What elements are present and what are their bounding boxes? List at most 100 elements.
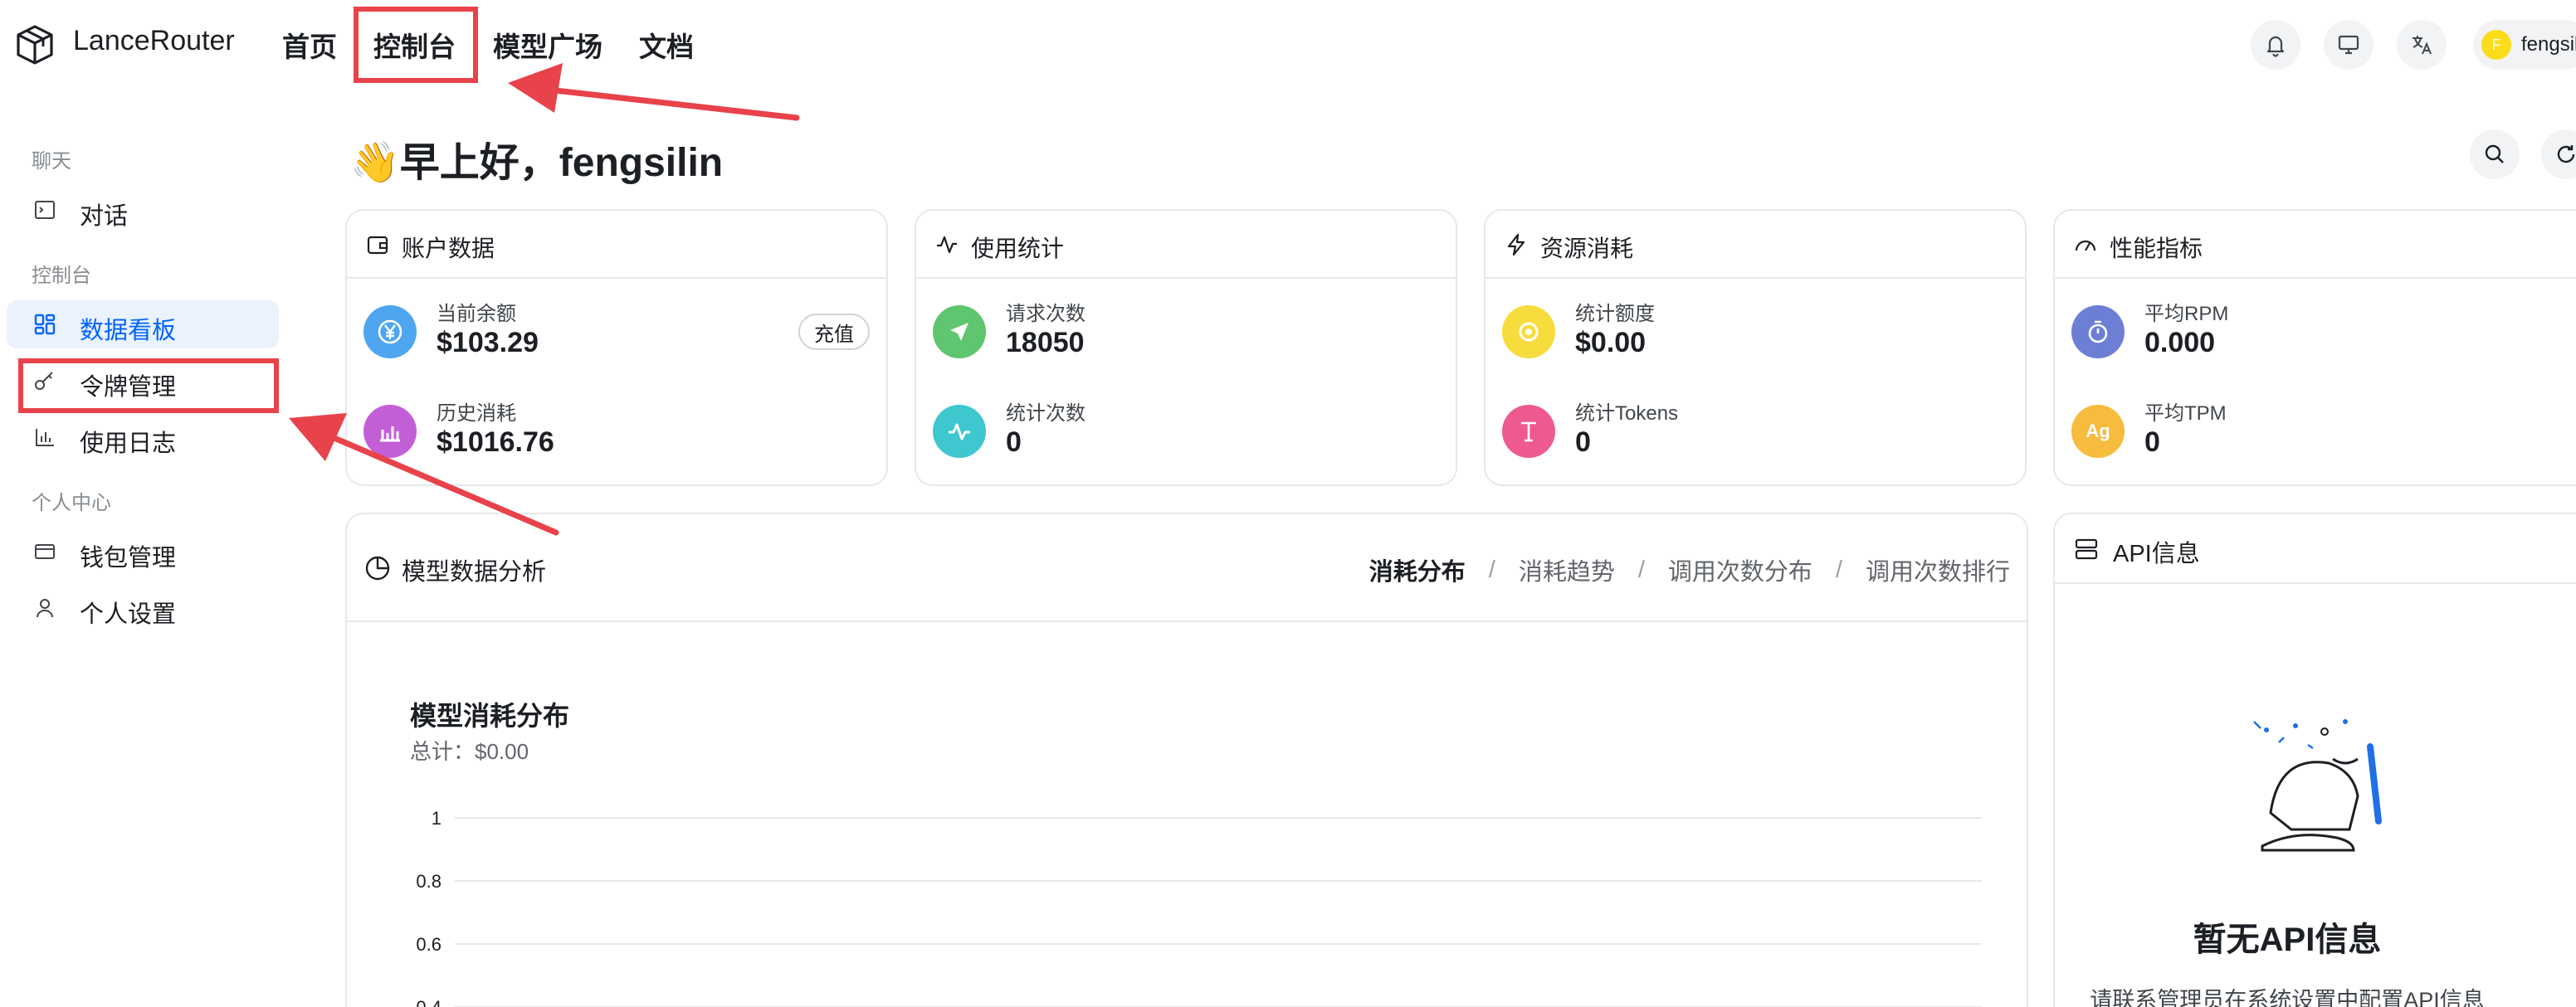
user-name: fengsilin xyxy=(2521,33,2576,56)
annotation-box-tokens xyxy=(18,358,279,413)
card-title: 账户数据 xyxy=(402,236,495,261)
sidebar-group-console: 控制台 xyxy=(32,265,91,287)
annotation-box-console xyxy=(354,7,478,83)
sidebar-group-chat: 聊天 xyxy=(32,150,71,173)
bar-chart-icon xyxy=(363,405,417,458)
tab-separator: / xyxy=(1637,556,1645,583)
tab-separator: / xyxy=(1835,556,1842,583)
stat-label: 统计次数 xyxy=(1006,402,1086,425)
logo-cube-icon[interactable] xyxy=(13,23,56,66)
chart-y-tick-label: 0.8 xyxy=(416,871,442,892)
yen-coin-icon xyxy=(363,305,417,358)
terminal-icon xyxy=(35,201,55,219)
refresh-icon xyxy=(2557,145,2575,163)
sidebar-item-label: 使用日志 xyxy=(80,431,177,457)
sidebar-group-personal: 个人中心 xyxy=(32,492,111,514)
stat-label: 历史消耗 xyxy=(437,402,516,425)
stat-value: 0 xyxy=(1006,426,1022,458)
card-usage: 使用统计 请求次数 18050 统计次数 0 xyxy=(915,209,1457,486)
pie-chart-icon xyxy=(365,556,390,581)
tab-separator: / xyxy=(1488,556,1495,583)
notifications-button[interactable] xyxy=(2251,20,2300,70)
stat-quota: 统计额度 $0.00 xyxy=(1502,294,1967,368)
stat-value: $0.00 xyxy=(1575,327,1647,358)
sidebar-item-settings[interactable]: 个人设置 xyxy=(7,584,279,632)
stat-label: 当前余额 xyxy=(437,303,516,325)
stat-value: $103.29 xyxy=(437,327,539,358)
brand-name[interactable]: LanceRouter xyxy=(73,25,235,57)
empty-state-illustration xyxy=(2253,719,2382,852)
bar-chart-icon xyxy=(36,429,54,446)
panel-title: API信息 xyxy=(2113,541,2200,567)
card-title: 使用统计 xyxy=(971,236,1065,261)
avatar: F xyxy=(2481,30,2511,60)
card-header: 性能指标 xyxy=(2055,211,2576,279)
tab-consumption-trend[interactable]: 消耗趋势 xyxy=(1519,552,1615,587)
search-icon xyxy=(2485,144,2504,163)
sidebar-item-label: 对话 xyxy=(80,203,129,230)
recharge-button[interactable]: 充值 xyxy=(798,314,870,350)
user-icon xyxy=(37,599,53,618)
credit-card-icon xyxy=(35,544,55,559)
chart-title: 模型消耗分布 xyxy=(410,701,570,731)
tab-call-ranking[interactable]: 调用次数排行 xyxy=(1866,552,2010,587)
card-title: 资源消耗 xyxy=(1540,236,1634,261)
model-analysis-panel: 模型数据分析 消耗分布 / 消耗趋势 / 调用次数分布 / 调用次数排行 模型消… xyxy=(345,513,2028,1007)
search-button[interactable] xyxy=(2470,129,2520,179)
refresh-button[interactable] xyxy=(2541,129,2576,179)
lightning-icon xyxy=(1507,233,1525,256)
nav-model-plaza[interactable]: 模型广场 xyxy=(493,25,603,65)
activity-icon xyxy=(937,236,957,254)
stat-label: 平均RPM xyxy=(2144,303,2229,325)
nav-docs[interactable]: 文档 xyxy=(639,25,694,65)
theme-button[interactable] xyxy=(2324,20,2374,70)
tab-call-distribution[interactable]: 调用次数分布 xyxy=(1668,552,1812,587)
ag-icon: Ag xyxy=(2071,405,2125,458)
stat-value: 0.000 xyxy=(2144,327,2216,358)
monitor-icon xyxy=(2338,35,2359,55)
greeting-title: 👋早上好，fengsilin xyxy=(350,141,724,185)
panel-title: 模型数据分析 xyxy=(402,559,547,586)
sidebar-item-label: 数据看板 xyxy=(80,318,177,344)
stat-count: 统计次数 0 xyxy=(933,393,1398,468)
gauge-icon xyxy=(2075,240,2096,251)
user-menu[interactable]: F fengsilin xyxy=(2473,20,2576,70)
language-button[interactable] xyxy=(2397,20,2447,70)
sidebar-item-label: 钱包管理 xyxy=(80,545,177,572)
wallet-icon xyxy=(367,236,388,255)
card-title: 性能指标 xyxy=(2110,236,2203,261)
sidebar-item-dashboard[interactable]: 数据看板 xyxy=(7,300,279,348)
card-header: 账户数据 xyxy=(347,211,886,279)
bell-icon xyxy=(2266,36,2285,57)
stat-value: 0 xyxy=(1575,426,1591,458)
nav-home[interactable]: 首页 xyxy=(282,25,337,65)
sidebar-item-usage-log[interactable]: 使用日志 xyxy=(7,413,279,461)
pulse-icon xyxy=(933,405,986,458)
empty-state-description: 请联系管理员在系统设置中配置API信息 xyxy=(2090,988,2485,1007)
send-icon xyxy=(933,305,986,358)
stat-balance: 当前余额 $103.29 xyxy=(363,294,828,368)
text-icon xyxy=(1502,405,1555,458)
sidebar-item-label: 个人设置 xyxy=(80,601,177,628)
sidebar-item-chat[interactable]: 对话 xyxy=(7,186,279,234)
tab-consumption-distribution[interactable]: 消耗分布 xyxy=(1369,552,1466,587)
server-icon xyxy=(2075,538,2098,560)
stat-value: 0 xyxy=(2144,426,2160,458)
card-header: 资源消耗 xyxy=(1486,211,2025,279)
chart-y-tick-label: 1 xyxy=(432,808,442,829)
panel-header: 模型数据分析 消耗分布 / 消耗趋势 / 调用次数分布 / 调用次数排行 xyxy=(347,514,2027,622)
translate-icon xyxy=(2413,36,2432,55)
analysis-tabs: 消耗分布 / 消耗趋势 / 调用次数分布 / 调用次数排行 xyxy=(1369,552,2010,587)
card-performance: 性能指标 平均RPM 0.000 Ag 平均TPM 0 xyxy=(2053,209,2576,486)
stat-value: $1016.76 xyxy=(437,426,554,458)
chart-subtitle: 总计：$0.00 xyxy=(410,739,529,764)
api-info-panel: API信息 暂无API信息 请联系管理员在系统设置中配置API信息 xyxy=(2053,513,2576,1007)
stat-tpm: Ag 平均TPM 0 xyxy=(2071,393,2536,468)
sidebar-item-wallet[interactable]: 钱包管理 xyxy=(7,528,279,576)
coin-icon xyxy=(1502,305,1555,358)
stat-tokens: 统计Tokens 0 xyxy=(1502,393,1967,468)
stat-label: 平均TPM xyxy=(2144,402,2227,425)
stat-label: 请求次数 xyxy=(1006,303,1086,325)
card-header: 使用统计 xyxy=(916,211,1456,279)
dashboard-icon xyxy=(34,314,56,335)
